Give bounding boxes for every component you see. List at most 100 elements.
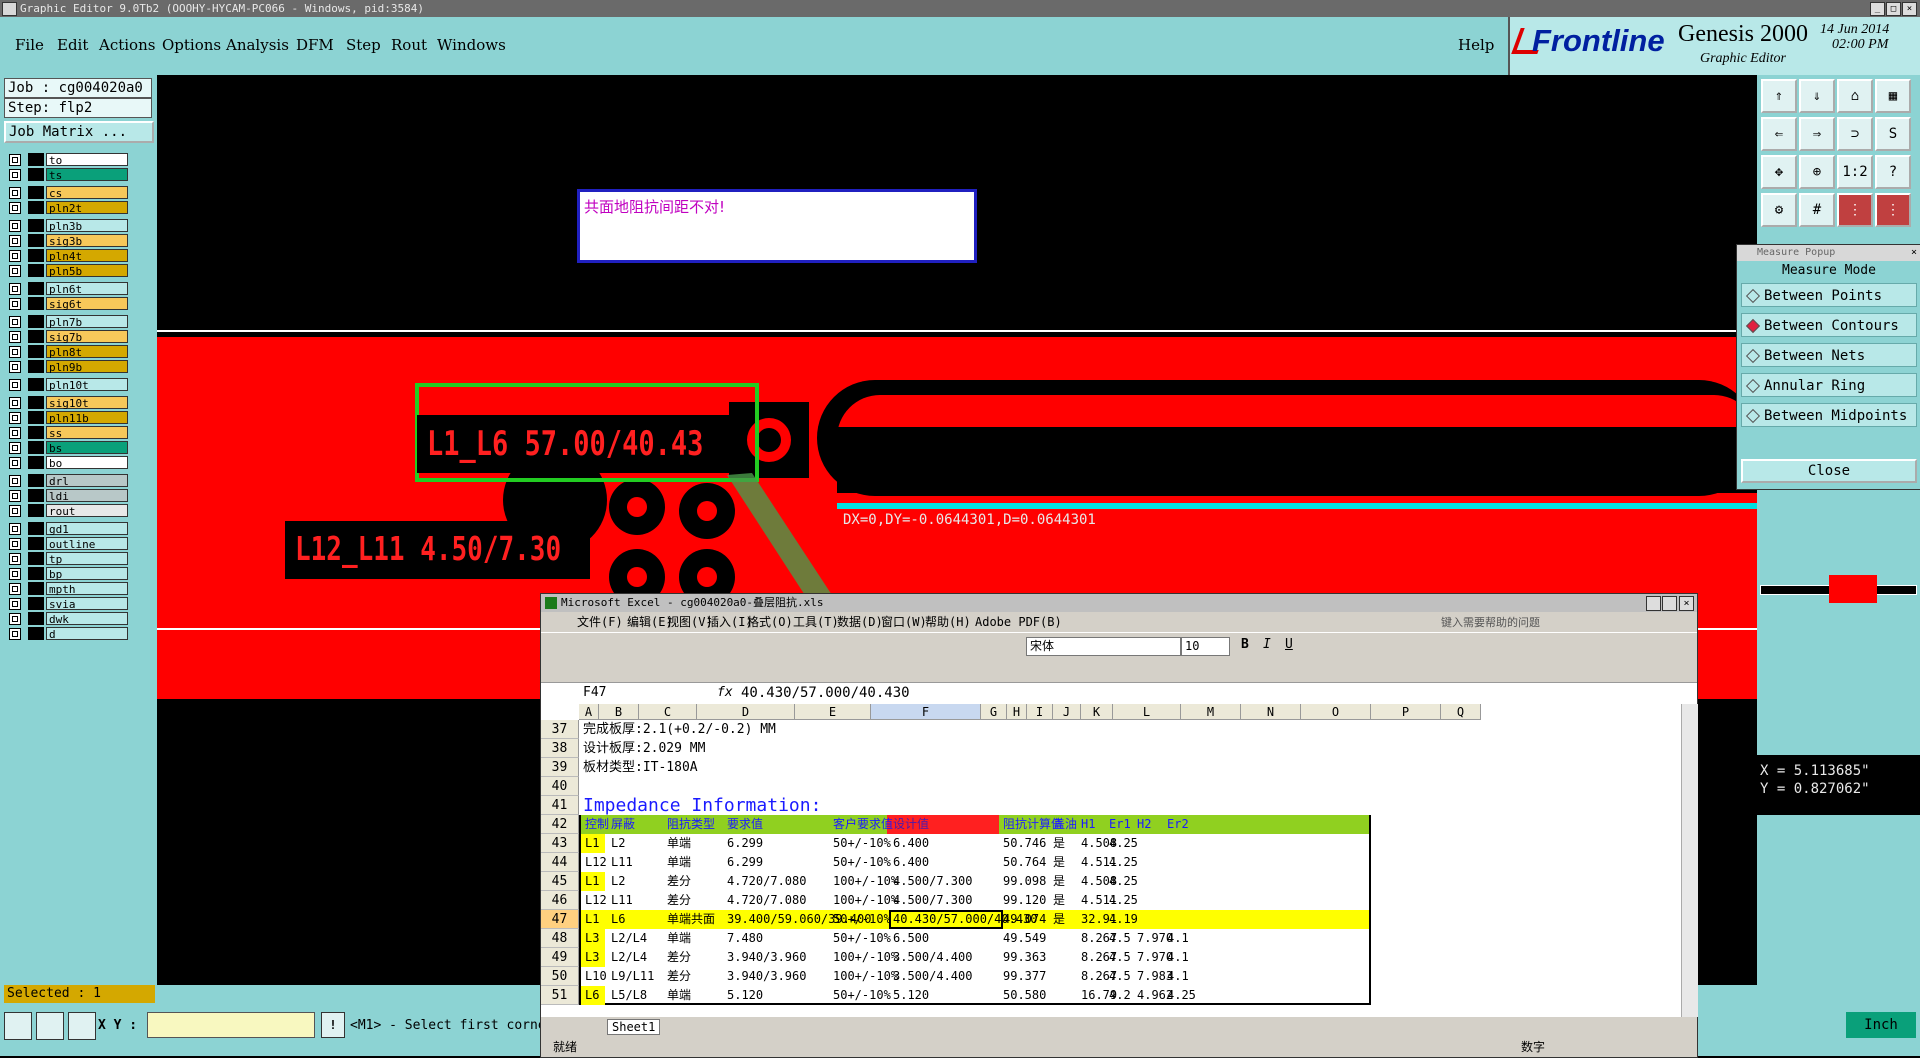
layer-checkbox[interactable] [9, 568, 21, 580]
cell[interactable]: 单端 [667, 986, 691, 1005]
cell[interactable]: 是 [1053, 891, 1065, 910]
menu-edit[interactable]: Edit [57, 36, 88, 54]
row-header[interactable]: 47 [541, 910, 579, 929]
cell[interactable]: 是 [1053, 853, 1065, 872]
column-header[interactable]: I [1027, 704, 1053, 720]
measure-popup-close-icon[interactable]: × [1911, 245, 1917, 261]
cell[interactable]: L12 [585, 891, 607, 910]
tool-button-7[interactable]: ⊃ [1837, 117, 1873, 151]
home-icon[interactable]: ⌂ [1837, 79, 1873, 113]
row-header[interactable]: 42 [541, 815, 579, 834]
column-header[interactable]: B [599, 704, 639, 720]
excel-menu-item[interactable]: 格式(O) [747, 612, 793, 632]
tool-button-15[interactable]: ⋮ [1837, 193, 1873, 227]
tool-button-1[interactable]: ⇑ [1761, 79, 1797, 113]
vertical-scrollbar[interactable] [1681, 704, 1698, 1017]
cell[interactable]: Er1 [1109, 815, 1131, 834]
cell[interactable]: L2 [611, 872, 625, 891]
layer-name[interactable]: pln5b [46, 264, 128, 278]
layer-checkbox[interactable] [9, 412, 21, 424]
layer-checkbox[interactable] [9, 505, 21, 517]
excel-menu-item[interactable]: 视图(V) [667, 612, 713, 632]
cell[interactable]: L6 [611, 910, 625, 929]
cell[interactable]: 阻抗类型 [667, 815, 715, 834]
cell[interactable]: 差分 [667, 891, 691, 910]
column-header[interactable]: D [697, 704, 795, 720]
layer-checkbox[interactable] [9, 475, 21, 487]
zoom-ratio-button[interactable]: 1:2 [1837, 155, 1873, 189]
zoom-fit-icon[interactable]: ✥ [1761, 155, 1797, 189]
cell[interactable]: 100+/-10% [833, 948, 898, 967]
tool-icon-2[interactable] [36, 1012, 64, 1040]
measure-mode-option[interactable]: Between Points [1741, 283, 1917, 307]
menu-rout[interactable]: Rout [391, 36, 427, 54]
row-header[interactable]: 48 [541, 929, 579, 948]
layer-checkbox[interactable] [9, 457, 21, 469]
cell[interactable]: 50+/-10% [833, 986, 891, 1005]
measure-close-button[interactable]: Close [1741, 459, 1917, 483]
cell[interactable]: 50+/-10% [833, 853, 891, 872]
cell[interactable]: 盖油 [1053, 815, 1077, 834]
cell[interactable]: 3.940/3.960 [727, 948, 806, 967]
layer-name[interactable]: pln9b [46, 360, 128, 374]
cell[interactable]: 50.580 [1003, 986, 1046, 1005]
layer-checkbox[interactable] [9, 316, 21, 328]
cell[interactable]: 要求值 [727, 815, 763, 834]
layer-name[interactable]: pln10t [46, 378, 128, 392]
menu-actions[interactable]: Actions [99, 36, 155, 54]
tool-button-6[interactable]: ⇒ [1799, 117, 1835, 151]
cell[interactable]: 4.720/7.080 [727, 891, 806, 910]
column-header[interactable]: O [1301, 704, 1371, 720]
cell[interactable]: 49.549 [1003, 929, 1046, 948]
column-header[interactable]: C [639, 704, 697, 720]
menu-analysis[interactable]: Analysis [226, 36, 289, 54]
cell[interactable]: 6.500 [893, 929, 929, 948]
layer-checkbox[interactable] [9, 220, 21, 232]
menu-file[interactable]: File [15, 36, 44, 54]
layer-checkbox[interactable] [9, 154, 21, 166]
layer-checkbox[interactable] [9, 283, 21, 295]
cell[interactable]: 4.1 [1167, 948, 1189, 967]
cell[interactable]: 4.25 [1109, 834, 1138, 853]
cell[interactable]: 6.400 [893, 853, 929, 872]
formula-input[interactable]: 40.430/57.000/40.430 [741, 685, 910, 701]
layer-name[interactable]: bs [46, 441, 128, 455]
layer-name[interactable]: dwk [46, 612, 128, 626]
layer-checkbox[interactable] [9, 397, 21, 409]
cell[interactable]: L1 [585, 910, 599, 929]
cell[interactable]: 单端 [667, 834, 691, 853]
column-header[interactable]: A [579, 704, 599, 720]
layer-checkbox[interactable] [9, 331, 21, 343]
tool-button-10[interactable]: ⊕ [1799, 155, 1835, 189]
column-header[interactable]: F [871, 704, 981, 720]
cell[interactable]: L2/L4 [611, 948, 647, 967]
layer-checkbox[interactable] [9, 538, 21, 550]
layer-name[interactable]: bp [46, 567, 128, 581]
layer-checkbox[interactable] [9, 598, 21, 610]
cell[interactable]: 50.746 [1003, 834, 1046, 853]
row-header[interactable]: 40 [541, 777, 579, 796]
cell[interactable]: 6.400 [893, 834, 929, 853]
cell[interactable]: Impedance Information: [583, 796, 821, 815]
cell[interactable]: 4.25 [1109, 872, 1138, 891]
column-header[interactable]: N [1241, 704, 1301, 720]
measure-mode-option[interactable]: Between Contours [1741, 313, 1917, 337]
cell[interactable]: 99.377 [1003, 967, 1046, 986]
cell[interactable]: 4.25 [1109, 853, 1138, 872]
cell[interactable]: H2 [1137, 815, 1151, 834]
cell[interactable]: 4.720/7.080 [727, 872, 806, 891]
excel-menu-item[interactable]: 插入(I) [707, 612, 753, 632]
bold-button[interactable]: B [1241, 637, 1249, 652]
menu-windows[interactable]: Windows [437, 36, 506, 54]
layer-name[interactable]: mpth [46, 582, 128, 596]
cell[interactable]: 50.764 [1003, 853, 1046, 872]
cell[interactable]: L1 [585, 834, 599, 853]
row-header[interactable]: 44 [541, 853, 579, 872]
excel-menu-item[interactable]: 文件(F) [577, 612, 623, 632]
cell[interactable]: 是 [1053, 834, 1065, 853]
excel-maximize-button[interactable] [1662, 596, 1677, 611]
column-header[interactable]: H [1007, 704, 1027, 720]
font-select[interactable]: 宋体 [1026, 637, 1181, 656]
layer-checkbox[interactable] [9, 169, 21, 181]
cell[interactable]: 100+/-10% [833, 872, 898, 891]
